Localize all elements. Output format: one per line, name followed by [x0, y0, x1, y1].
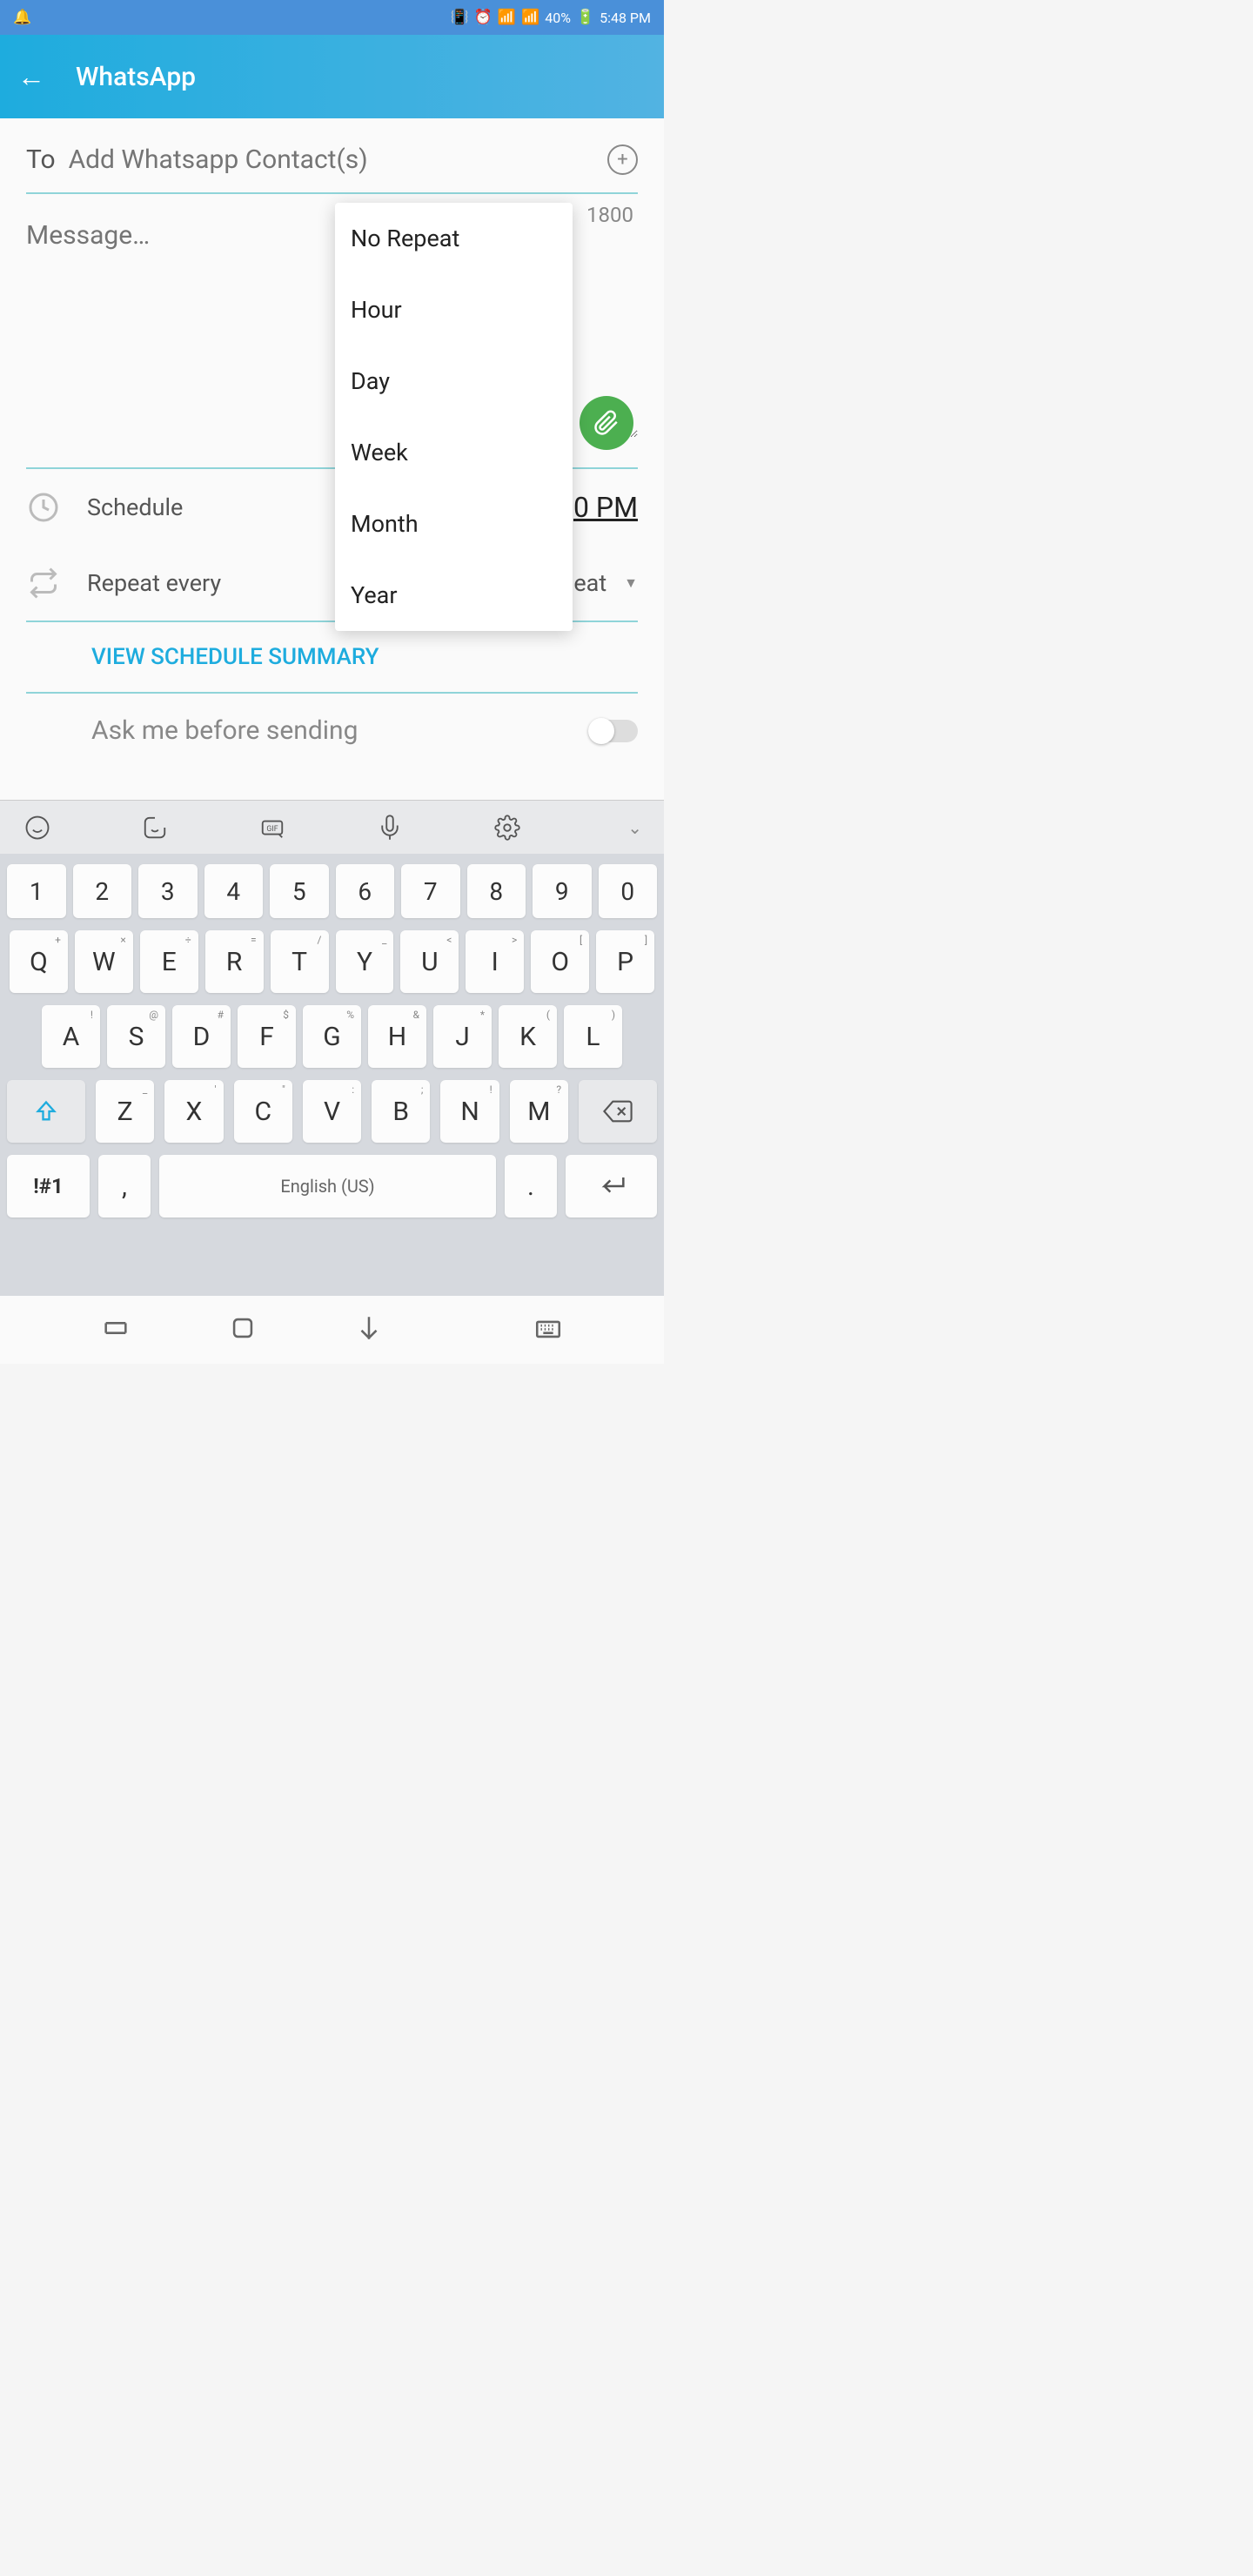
key-u[interactable]: <U — [400, 930, 459, 993]
repeat-icon — [26, 567, 61, 599]
key-6[interactable]: 6 — [336, 864, 395, 918]
kb-row-numbers: 1 2 3 4 5 6 7 8 9 0 — [7, 864, 657, 918]
back-arrow-icon[interactable]: ← — [17, 60, 45, 93]
emoji-icon[interactable] — [22, 812, 52, 842]
key-comma[interactable]: , — [98, 1155, 151, 1218]
keyboard: 1 2 3 4 5 6 7 8 9 0 +Q ×W ÷E =R /T _Y <U… — [0, 854, 664, 1296]
to-row: To + — [26, 144, 638, 194]
key-r[interactable]: =R — [205, 930, 264, 993]
to-input[interactable] — [69, 144, 594, 175]
char-count: 1800 — [586, 203, 633, 227]
signal-icon: 📶 — [521, 9, 539, 26]
dropdown-item-week[interactable]: Week — [335, 417, 573, 488]
key-i[interactable]: >I — [466, 930, 524, 993]
collapse-icon[interactable]: ⌄ — [627, 817, 642, 838]
key-h[interactable]: &H — [368, 1005, 426, 1068]
nav-bar — [0, 1296, 664, 1364]
key-3[interactable]: 3 — [138, 864, 198, 918]
key-c[interactable]: "C — [234, 1080, 292, 1143]
app-title: WhatsApp — [76, 62, 196, 92]
ask-before-row: Ask me before sending — [26, 694, 638, 746]
nav-back-icon[interactable] — [354, 1313, 384, 1346]
chevron-down-icon: ▼ — [624, 574, 638, 592]
battery-icon: 🔋 — [576, 9, 594, 26]
key-s[interactable]: @S — [107, 1005, 165, 1068]
key-g[interactable]: %G — [303, 1005, 361, 1068]
key-w[interactable]: ×W — [75, 930, 133, 993]
key-5[interactable]: 5 — [270, 864, 329, 918]
dropdown-item-year[interactable]: Year — [335, 560, 573, 631]
attach-button[interactable] — [580, 396, 633, 450]
key-7[interactable]: 7 — [401, 864, 460, 918]
battery-percent: 40% — [545, 10, 571, 26]
ask-before-label: Ask me before sending — [91, 715, 564, 746]
key-l[interactable]: )L — [564, 1005, 622, 1068]
status-time: 5:48 PM — [600, 10, 651, 26]
key-space[interactable]: English (US) — [159, 1155, 496, 1218]
dropdown-item-no-repeat[interactable]: No Repeat — [335, 203, 573, 274]
key-x[interactable]: 'X — [164, 1080, 223, 1143]
paperclip-icon — [593, 410, 620, 436]
key-k[interactable]: (K — [499, 1005, 557, 1068]
alarm-icon: ⏰ — [474, 9, 492, 26]
key-a[interactable]: !A — [42, 1005, 100, 1068]
key-e[interactable]: ÷E — [140, 930, 198, 993]
key-period[interactable]: . — [505, 1155, 557, 1218]
view-summary-link[interactable]: VIEW SCHEDULE SUMMARY — [26, 622, 638, 694]
key-symbols[interactable]: !#1 — [7, 1155, 90, 1218]
key-q[interactable]: +Q — [10, 930, 68, 993]
key-0[interactable]: 0 — [599, 864, 658, 918]
key-enter[interactable] — [566, 1155, 657, 1218]
key-f[interactable]: $F — [238, 1005, 296, 1068]
key-9[interactable]: 9 — [533, 864, 592, 918]
sticker-icon[interactable] — [139, 812, 170, 842]
to-label: To — [26, 144, 56, 175]
app-bar: ← WhatsApp — [0, 35, 664, 118]
gear-icon[interactable] — [492, 812, 522, 842]
wifi-icon: 📶 — [498, 9, 516, 26]
ask-before-toggle[interactable] — [590, 720, 638, 742]
key-4[interactable]: 4 — [204, 864, 264, 918]
key-v[interactable]: :V — [303, 1080, 361, 1143]
nav-recents-icon[interactable] — [101, 1313, 131, 1346]
key-z[interactable]: _Z — [96, 1080, 154, 1143]
key-1[interactable]: 1 — [7, 864, 66, 918]
key-j[interactable]: *J — [433, 1005, 492, 1068]
clock-icon — [26, 492, 61, 523]
repeat-dropdown-menu: No Repeat Hour Day Week Month Year — [335, 203, 573, 631]
notification-icon: 🔔 — [13, 9, 31, 26]
key-m[interactable]: ?M — [510, 1080, 568, 1143]
key-backspace[interactable] — [579, 1080, 657, 1143]
dropdown-item-month[interactable]: Month — [335, 488, 573, 560]
gif-icon[interactable]: GIF — [257, 812, 287, 842]
nav-keyboard-icon[interactable] — [533, 1313, 563, 1346]
key-b[interactable]: ;B — [372, 1080, 430, 1143]
key-d[interactable]: #D — [172, 1005, 231, 1068]
add-contact-icon[interactable]: + — [607, 144, 638, 175]
key-n[interactable]: !N — [440, 1080, 499, 1143]
vibrate-icon: 📳 — [451, 9, 469, 26]
status-bar: 🔔 📳 ⏰ 📶 📶 40% 🔋 5:48 PM — [0, 0, 664, 35]
key-t[interactable]: /T — [271, 930, 329, 993]
mic-icon[interactable] — [374, 812, 405, 842]
key-o[interactable]: [O — [531, 930, 589, 993]
keyboard-toolbar: GIF ⌄ — [0, 800, 664, 854]
dropdown-item-day[interactable]: Day — [335, 345, 573, 417]
nav-home-icon[interactable] — [228, 1313, 258, 1346]
schedule-value[interactable]: 0 PM — [573, 491, 638, 524]
key-p[interactable]: ]P — [596, 930, 654, 993]
key-shift[interactable] — [7, 1080, 85, 1143]
key-8[interactable]: 8 — [467, 864, 526, 918]
key-2[interactable]: 2 — [73, 864, 132, 918]
key-y[interactable]: _Y — [336, 930, 394, 993]
dropdown-item-hour[interactable]: Hour — [335, 274, 573, 345]
svg-text:GIF: GIF — [266, 824, 278, 833]
